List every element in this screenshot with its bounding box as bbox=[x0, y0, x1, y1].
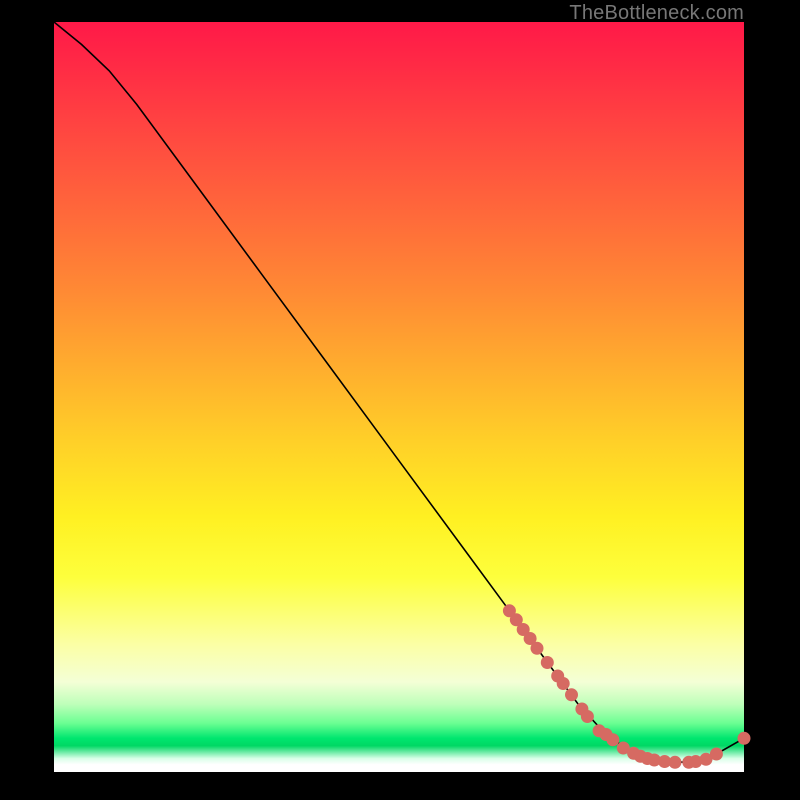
data-marker bbox=[738, 732, 751, 745]
data-marker bbox=[531, 642, 544, 655]
markers-group bbox=[503, 604, 751, 769]
data-marker bbox=[541, 656, 554, 669]
data-marker bbox=[581, 710, 594, 723]
data-marker bbox=[710, 748, 723, 761]
plot-area bbox=[54, 22, 744, 772]
data-marker bbox=[565, 688, 578, 701]
chart-svg bbox=[54, 22, 744, 772]
data-marker bbox=[669, 756, 682, 769]
data-marker bbox=[606, 733, 619, 746]
series-line bbox=[54, 22, 744, 762]
chart-stage: TheBottleneck.com bbox=[0, 0, 800, 800]
data-marker bbox=[557, 677, 570, 690]
